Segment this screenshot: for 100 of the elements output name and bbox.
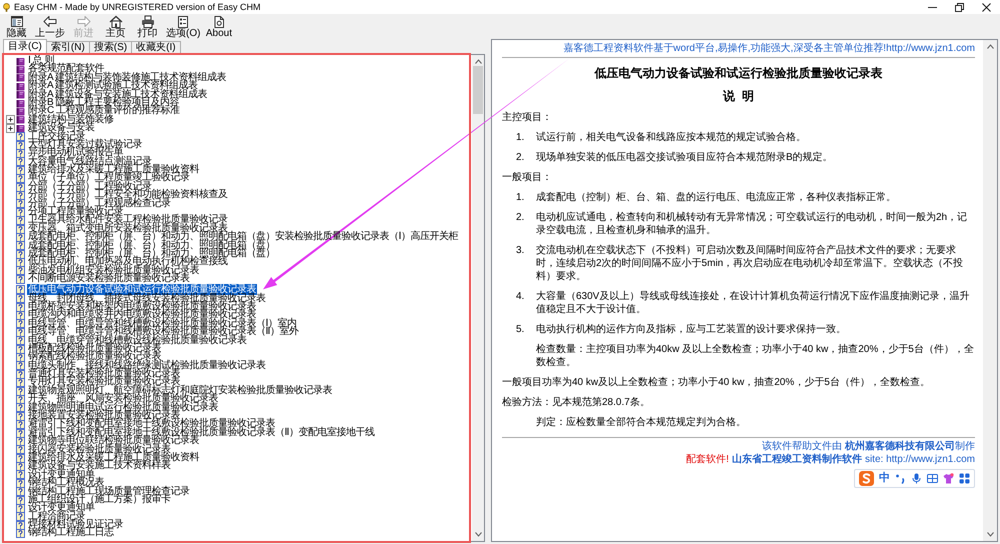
help-page-icon [16, 478, 25, 488]
book-icon [16, 107, 25, 116]
help-page-icon [16, 462, 25, 472]
back-button[interactable]: 上一步 [33, 15, 67, 39]
tree-item[interactable]: 建筑结构与装饰装修 [27, 116, 114, 124]
tree-item[interactable]: 异步电动机试验报告单 [27, 149, 124, 158]
tree-item[interactable]: 大型灯具安装过载试验记录 [27, 140, 143, 150]
document-list-icon [176, 15, 190, 28]
tree-item[interactable]: 成套配电柜、控制柜（屏、台）和动力、照明配电箱（盘） [27, 242, 276, 250]
help-page-icon [16, 454, 25, 463]
item-number: 5. [516, 323, 526, 336]
expand-icon[interactable] [6, 124, 15, 133]
help-page-icon [16, 274, 25, 284]
item-number: 2. [516, 151, 526, 164]
tree-item[interactable]: 柴油发电机组安装检验批质量验收记录表 [27, 266, 200, 276]
close-icon[interactable] [982, 2, 991, 12]
shirt-icon[interactable] [943, 473, 954, 484]
item-text: 电动执行机构的运作方向及指标，应与工艺装置的设计要求保持一致。 [536, 323, 847, 336]
apps-grid-icon[interactable] [959, 473, 970, 484]
expand-icon[interactable] [6, 115, 15, 124]
item-number: 1. [516, 131, 526, 144]
help-page-icon [16, 436, 25, 446]
tree-item[interactable]: 各类规范配套软件 [27, 65, 105, 74]
paragraph: 检查数量：主控项目功率为40kw 及以上全数检查；功率小于40 kw，抽查20%，少于5台（件），全数检查。 [535, 343, 975, 369]
scrollbar-thumb[interactable] [473, 66, 483, 114]
scroll-down-icon[interactable] [474, 532, 482, 537]
punctuation-icon[interactable] [895, 473, 906, 484]
restore-icon[interactable] [955, 2, 964, 12]
home-button[interactable]: 主页 [100, 15, 131, 39]
tree-item[interactable]: 附录A 建筑结构与装饰装修施工技术资料组成表 [27, 74, 227, 82]
scroll-up-icon[interactable] [986, 44, 994, 49]
help-page-icon [16, 166, 25, 175]
help-page-icon [16, 182, 25, 192]
help-page-icon [16, 336, 25, 346]
options-button[interactable]: 选项(O) [164, 15, 202, 39]
help-page-icon [16, 258, 25, 268]
header-link[interactable]: 嘉客德工程资料软件基于word平台,易操作,功能强大,深受各主管单位推荐!http://www.jzn1.com [563, 43, 975, 55]
product-link[interactable]: 山东省工程竣工资料制作软件 [732, 453, 862, 466]
paragraph: 检验方法：见本规范第28.0.7条。 [502, 396, 651, 409]
help-page-icon [16, 241, 25, 250]
help-page-icon [16, 266, 25, 276]
help-page-icon [16, 140, 25, 150]
help-page-icon [16, 529, 25, 538]
site-link[interactable]: site: http://www.jzn1.com [864, 453, 975, 466]
document-icon [212, 15, 226, 28]
credit-text: 该软件帮助文件由 杭州嘉客德科技有限公司制作 [762, 440, 975, 453]
help-page-icon [16, 190, 25, 200]
tree-item[interactable]: 附录A 建筑设备与安装施工技术资料组成表 [27, 90, 208, 99]
print-button[interactable]: 打印 [132, 15, 163, 39]
ime-logo-icon[interactable] [859, 471, 874, 486]
hide-button[interactable]: 隐藏 [1, 15, 32, 39]
help-page-icon [16, 428, 25, 438]
item-text: 电动机应试通电，检查转向和机械转动有无异常情况；可空载试运行的电动机，时间一般为2h，记录空载电流，且检查机身和轴承的温升。 [536, 211, 968, 237]
help-page-icon [16, 504, 25, 514]
section-heading: 主控项目： [502, 111, 553, 124]
panel-icon [10, 15, 24, 28]
help-page-icon [16, 445, 25, 454]
scroll-up-icon[interactable] [474, 59, 482, 64]
tab[interactable]: 目录(C) [3, 39, 47, 54]
help-page-icon [16, 403, 25, 412]
book-icon [16, 73, 25, 82]
item-number: 2. [516, 211, 526, 225]
tree-item[interactable]: 工序交接记录 [27, 132, 86, 141]
help-page-icon [16, 319, 25, 328]
tab[interactable]: 收藏夹(I) [131, 41, 181, 54]
tree-item[interactable]: 成套配电柜、控制柜（屏、台）和动力、照明配电箱（盘）安装检验批质量验收记录表（Ⅰ）高压开关柜 [27, 233, 459, 242]
microphone-icon[interactable] [911, 473, 922, 484]
book-icon [16, 65, 25, 74]
item-number: 4. [516, 290, 526, 304]
document-title: 低压电气动力设备试验和试运行检验批质量验收记录表 [593, 66, 884, 80]
help-page-icon [16, 174, 25, 184]
help-page-icon [16, 199, 25, 208]
section-heading: 一般项目： [502, 171, 553, 184]
help-page-icon [16, 520, 25, 530]
back-arrow-icon [43, 15, 57, 28]
paragraph: 一般项目功率为40 kw及以上全数检查；功率小于40 kw，抽查20%，少于5台（件），全数检查。 [502, 376, 931, 389]
help-page-icon [16, 224, 25, 234]
scroll-down-icon[interactable] [986, 532, 994, 537]
tree-item[interactable]: 接闪器安装检验批质量验收记录表 [27, 446, 172, 454]
book-icon [16, 124, 25, 133]
tree-item[interactable]: 钢结构工程施工现场质量管理检查记录 [27, 488, 190, 496]
tree-item[interactable]: 建筑给排水及采暖工程施工质量验收资料 [27, 454, 200, 462]
help-page-icon [16, 412, 25, 421]
help-page-icon [16, 352, 25, 362]
help-page-icon [16, 311, 25, 320]
help-page-icon [16, 386, 25, 396]
item-text: 大容量（630V及以上）导线或母线连接处，在设计计算机负荷运行情况下应作温度抽测记录，温升值稳定且不大于设计值。 [536, 290, 970, 316]
help-page-icon [16, 157, 25, 166]
help-page-icon [16, 232, 25, 242]
keyboard-icon[interactable] [927, 473, 938, 484]
item-text: 现场单独安装的低压电器交接试验项目应符合本规范附录B的规定。 [536, 151, 834, 164]
help-page-icon [16, 487, 25, 496]
input-mode-toggle[interactable]: 中 [879, 472, 890, 485]
tree-item[interactable]: 建筑物照明通电试运行检验批质量验收记录表 [27, 404, 219, 412]
help-page-icon [16, 370, 25, 379]
tree-item[interactable]: 不间断电源安装检验批质量验收记录表 [27, 275, 190, 284]
app-icon [2, 2, 11, 12]
forward-arrow-icon [76, 15, 90, 28]
help-page-icon [16, 294, 25, 304]
about-button[interactable]: About [203, 15, 234, 39]
